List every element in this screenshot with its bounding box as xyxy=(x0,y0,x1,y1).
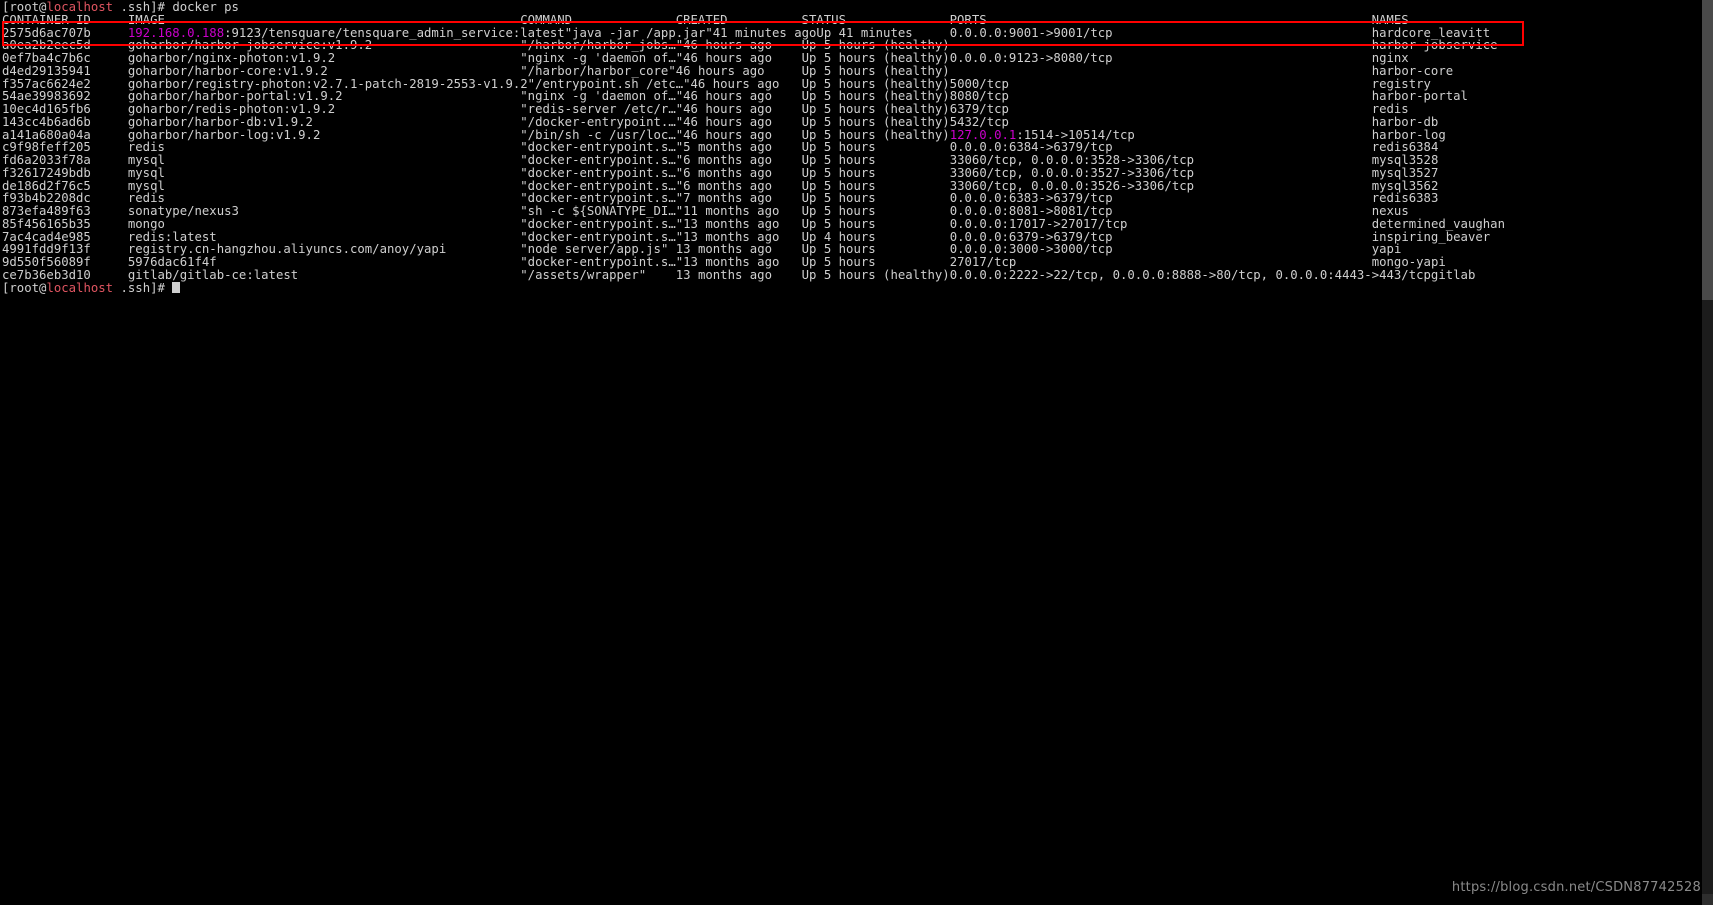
final-prompt-user: root xyxy=(9,280,40,295)
cell-command: "/assets/wrapper" xyxy=(520,267,647,282)
scrollbar-track[interactable] xyxy=(1702,0,1713,905)
final-prompt-directory: .ssh xyxy=(120,280,151,295)
terminal-window[interactable]: [root@localhost .ssh]# docker ps CONTAIN… xyxy=(0,0,1713,905)
final-prompt-line[interactable]: [root@localhost .ssh]# xyxy=(2,280,1702,295)
cell-created: 13 months ago xyxy=(675,267,772,282)
prompt-hostname: localhost xyxy=(46,0,114,14)
final-prompt-hostname: localhost xyxy=(46,280,114,295)
cell-ports: 0.0.0.0:2222->22/tcp, 0.0.0.0:8888->80/t… xyxy=(949,267,1431,282)
command-prompt-line: [root@localhost .ssh]# docker ps xyxy=(2,1,1702,14)
scrollbar-down-arrow[interactable] xyxy=(1702,894,1713,905)
scrollbar-thumb[interactable] xyxy=(1702,0,1713,300)
cell-ports: 0.0.0.0:9123->8080/tcp xyxy=(949,51,1113,65)
text-cursor xyxy=(172,281,180,293)
prompt-directory: .ssh xyxy=(120,0,151,14)
cell-status: Up 5 hours (healthy) xyxy=(801,267,950,282)
prompt-symbol: ]# xyxy=(150,0,173,14)
table-row: ce7b36eb3d10 gitlab/gitlab-ce:latest "/a… xyxy=(2,267,1702,282)
watermark-text: https://blog.csdn.net/CSDN87742528 xyxy=(1451,880,1701,896)
cell-names: gitlab xyxy=(1430,267,1476,282)
terminal-screen: [root@localhost .ssh]# docker ps CONTAIN… xyxy=(2,1,1702,294)
typed-command: docker ps xyxy=(172,0,239,14)
final-prompt-symbol: ]# xyxy=(150,280,173,295)
table-body: 2575d6ac707b 192.168.0.188:9123/tensquar… xyxy=(2,26,1702,282)
prompt-user: root xyxy=(9,0,40,14)
